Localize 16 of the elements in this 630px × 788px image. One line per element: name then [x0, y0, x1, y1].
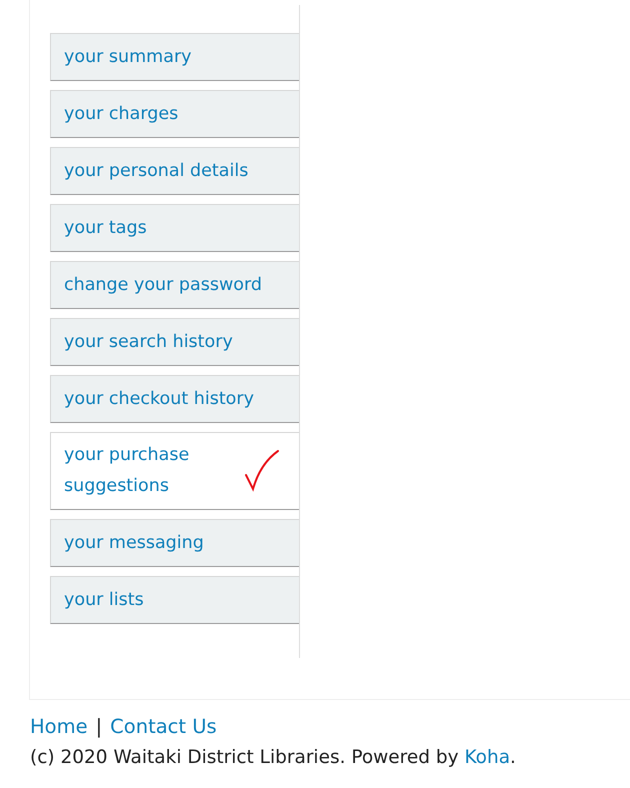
separator: |: [96, 715, 102, 738]
menu-item[interactable]: your personal details: [50, 147, 299, 195]
menu-item[interactable]: your lists: [50, 576, 299, 624]
menu-item[interactable]: your purchase suggestions: [50, 432, 299, 510]
check-mark-icon: [244, 449, 280, 493]
menu-item[interactable]: your summary: [50, 33, 299, 81]
koha-link[interactable]: Koha: [464, 747, 510, 768]
menu-item[interactable]: your charges: [50, 90, 299, 138]
menu-item[interactable]: your tags: [50, 204, 299, 252]
menu-item[interactable]: your messaging: [50, 519, 299, 567]
menu-item[interactable]: your checkout history: [50, 375, 299, 423]
menu-item[interactable]: your search history: [50, 318, 299, 366]
footer-link[interactable]: Contact Us: [110, 715, 217, 738]
menu-item[interactable]: change your password: [50, 261, 299, 309]
copyright-text: (c) 2020 Waitaki District Libraries. Powered by Koha.: [30, 746, 517, 770]
footer-link[interactable]: Home: [30, 715, 88, 738]
